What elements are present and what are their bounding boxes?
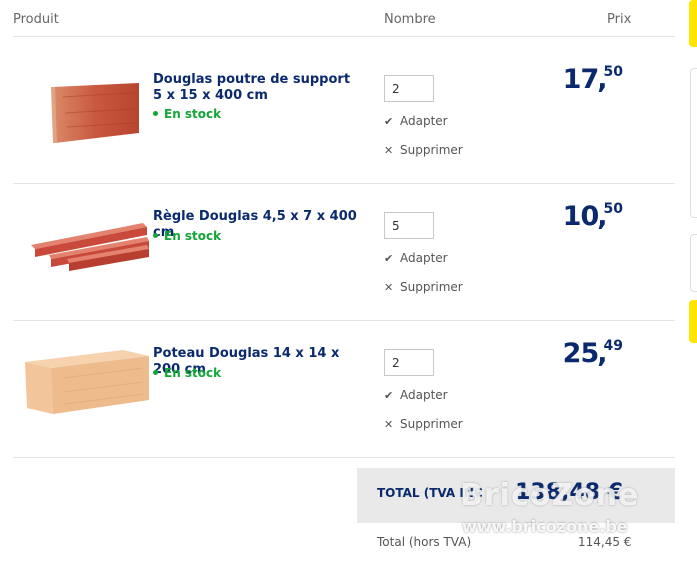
- price-integer: 17: [562, 64, 600, 95]
- delete-label: Supprimer: [400, 280, 463, 294]
- adapt-label: Adapter: [400, 114, 448, 128]
- side-yellow-tab[interactable]: [689, 300, 697, 343]
- side-yellow-tab[interactable]: [689, 0, 697, 47]
- header-quantity: Nombre: [384, 12, 436, 27]
- delete-label: Supprimer: [400, 143, 463, 157]
- check-icon: ✔: [384, 115, 394, 128]
- quantity-input[interactable]: [384, 212, 434, 239]
- total-incl-vat-box: TOTAL (TVA INC 138,48 €: [357, 468, 675, 523]
- stock-status: En stock: [153, 107, 221, 121]
- stock-label: En stock: [164, 366, 222, 380]
- delete-button[interactable]: ✕ Supprimer: [384, 143, 463, 157]
- total-excl-vat-label: Total (hors TVA): [377, 535, 472, 549]
- quantity-input[interactable]: [384, 75, 434, 102]
- header-price: Prix: [607, 12, 632, 27]
- item-price: 25,49: [562, 338, 623, 369]
- quantity-input[interactable]: [384, 349, 434, 376]
- cart-row: Poteau Douglas 14 x 14 x 200 cm En stock…: [13, 321, 675, 458]
- stock-label: En stock: [164, 229, 222, 243]
- side-panel-card: [690, 68, 697, 218]
- close-icon: ✕: [384, 281, 394, 294]
- check-icon: ✔: [384, 389, 394, 402]
- total-incl-vat-value: 138,48 €: [515, 480, 623, 505]
- price-integer: 10: [562, 201, 600, 232]
- product-image-support-beam[interactable]: [23, 77, 153, 147]
- price-integer: 25: [562, 338, 600, 369]
- product-name[interactable]: Douglas poutre de support 5 x 15 x 400 c…: [153, 72, 363, 104]
- price-decimal: 49: [603, 338, 623, 354]
- stock-status: En stock: [153, 229, 221, 243]
- adapt-label: Adapter: [400, 251, 448, 265]
- close-icon: ✕: [384, 144, 394, 157]
- header-product: Produit: [13, 12, 59, 27]
- delete-button[interactable]: ✕ Supprimer: [384, 280, 463, 294]
- stock-label: En stock: [164, 107, 222, 121]
- product-image-douglas-ruler[interactable]: [23, 201, 153, 271]
- cart-row: Douglas poutre de support 5 x 15 x 400 c…: [13, 47, 675, 184]
- close-icon: ✕: [384, 418, 394, 431]
- check-icon: ✔: [384, 252, 394, 265]
- stock-dot-icon: [153, 370, 158, 375]
- cart-header: Produit Nombre Prix: [13, 0, 675, 37]
- delete-label: Supprimer: [400, 417, 463, 431]
- cart-page: Produit Nombre Prix Douglas poutre de su…: [0, 0, 697, 572]
- total-excl-vat-value: 114,45 €: [578, 535, 632, 549]
- adapt-button[interactable]: ✔ Adapter: [384, 114, 448, 128]
- product-image-post[interactable]: [23, 344, 153, 414]
- item-price: 17,50: [562, 64, 623, 95]
- adapt-button[interactable]: ✔ Adapter: [384, 388, 448, 402]
- stock-status: En stock: [153, 366, 221, 380]
- side-panel-card: [690, 234, 697, 292]
- adapt-button[interactable]: ✔ Adapter: [384, 251, 448, 265]
- stock-dot-icon: [153, 233, 158, 238]
- price-decimal: 50: [603, 201, 623, 217]
- stock-dot-icon: [153, 111, 158, 116]
- price-decimal: 50: [603, 64, 623, 80]
- total-incl-vat-label: TOTAL (TVA INC: [377, 486, 483, 500]
- item-price: 10,50: [562, 201, 623, 232]
- adapt-label: Adapter: [400, 388, 448, 402]
- delete-button[interactable]: ✕ Supprimer: [384, 417, 463, 431]
- cart-row: Règle Douglas 4,5 x 7 x 400 cm En stock …: [13, 184, 675, 321]
